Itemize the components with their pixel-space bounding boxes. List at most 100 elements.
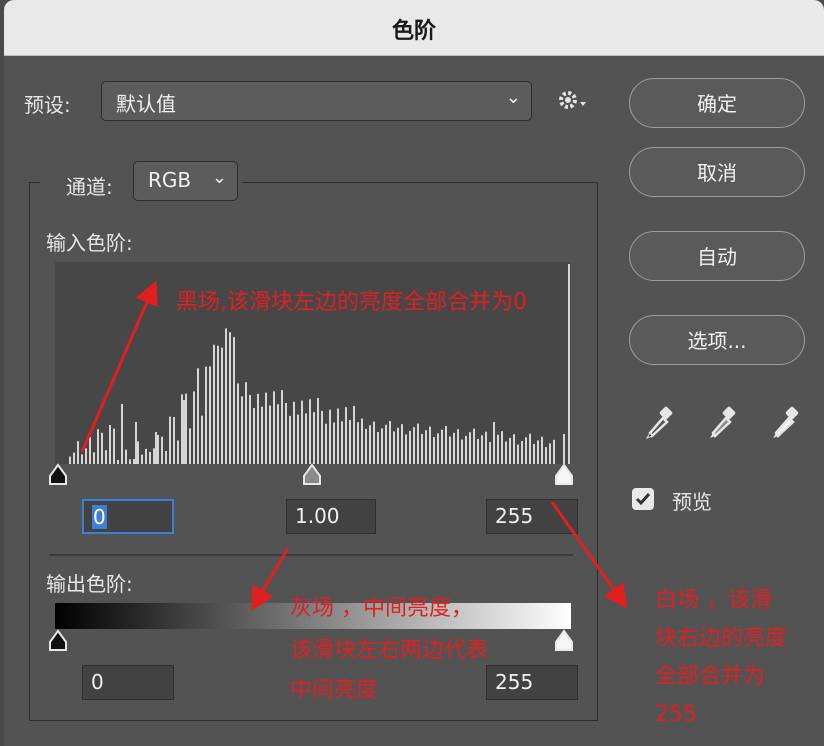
- histogram-bar: [429, 426, 431, 464]
- histogram-bar: [309, 399, 311, 464]
- histogram-bar: [269, 405, 271, 464]
- white-eyedropper-icon[interactable]: [767, 405, 805, 443]
- histogram-bar: [445, 426, 447, 464]
- histogram-bar: [241, 396, 243, 464]
- ok-button[interactable]: 确定: [629, 78, 805, 128]
- histogram-bar: [501, 431, 503, 464]
- histogram-bar: [545, 447, 547, 464]
- white-point-annotation-line3: 全部合并为: [655, 664, 766, 689]
- histogram-bar: [317, 398, 319, 464]
- auto-button[interactable]: 自动: [629, 231, 805, 281]
- histogram-bar: [469, 432, 471, 464]
- input-gamma-slider[interactable]: [301, 463, 323, 487]
- histogram-bar: [125, 449, 127, 464]
- histogram-bar: [273, 391, 275, 464]
- histogram-bar: [529, 433, 531, 464]
- histogram-bar: [333, 422, 335, 464]
- divider: [49, 554, 573, 556]
- histogram-bar: [97, 429, 99, 464]
- histogram-bar: [161, 436, 163, 464]
- histogram-bar: [285, 403, 287, 464]
- histogram-bar: [165, 450, 167, 464]
- histogram-bar: [389, 421, 391, 464]
- histogram-bar: [245, 382, 247, 464]
- histogram-bar: [401, 424, 403, 464]
- input-white-slider[interactable]: [553, 463, 575, 487]
- histogram-bar: [313, 412, 315, 464]
- histogram-bar: [117, 460, 119, 464]
- gear-icon[interactable]: [556, 87, 590, 115]
- output-black-slider[interactable]: [47, 629, 69, 653]
- histogram-bar: [473, 428, 475, 464]
- preset-value: 默认值: [116, 92, 176, 116]
- histogram-bar: [393, 431, 395, 464]
- options-button[interactable]: 选项...: [629, 315, 805, 365]
- cancel-button[interactable]: 取消: [629, 147, 805, 197]
- histogram-bar: [541, 436, 543, 464]
- histogram-bar: [525, 437, 527, 464]
- histogram-bar: [433, 437, 435, 464]
- channel-label: 通道:: [66, 175, 113, 199]
- chevron-down-icon: ⌄: [505, 87, 521, 108]
- histogram-bar: [381, 428, 383, 464]
- histogram-bar: [189, 428, 191, 464]
- histogram-bar: [553, 439, 555, 464]
- histogram-bar: [221, 347, 223, 464]
- histogram-bar: [461, 439, 463, 464]
- histogram-bar: [425, 430, 427, 464]
- input-black-slider[interactable]: [47, 463, 69, 487]
- histogram-bar: [325, 423, 327, 464]
- histogram-bar: [237, 383, 239, 464]
- histogram-bar: [89, 437, 91, 464]
- gray-eyedropper-icon[interactable]: [704, 405, 742, 443]
- output-black-field[interactable]: 0: [82, 665, 174, 700]
- histogram-bar: [185, 393, 187, 464]
- histogram-bar: [249, 395, 251, 464]
- histogram-bar: [101, 432, 103, 464]
- channel-select[interactable]: RGB ⌄: [133, 161, 238, 201]
- histogram-bar: [337, 408, 339, 464]
- histogram-bar: [281, 390, 283, 464]
- histogram-bar: [437, 433, 439, 464]
- black-eyedropper-icon[interactable]: [641, 405, 679, 443]
- histogram-bar: [385, 424, 387, 464]
- histogram-bar: [217, 345, 219, 464]
- preview-checkbox[interactable]: [632, 488, 654, 510]
- histogram-bar: [121, 404, 123, 464]
- histogram-bar: [417, 423, 419, 464]
- preset-select[interactable]: 默认值 ⌄: [101, 81, 532, 121]
- preview-label: 预览: [672, 490, 712, 514]
- input-black-field[interactable]: 0: [82, 499, 174, 534]
- histogram-bar: [477, 438, 479, 464]
- histogram-bar: [505, 441, 507, 464]
- histogram-bar: [369, 425, 371, 464]
- histogram-bar: [77, 441, 79, 464]
- histogram-bar: [357, 422, 359, 464]
- histogram-bar: [465, 435, 467, 464]
- histogram-bar: [113, 428, 115, 464]
- histogram-bar: [183, 400, 185, 464]
- input-white-field[interactable]: 255: [486, 499, 578, 534]
- histogram-bar: [537, 440, 539, 464]
- input-gamma-field[interactable]: 1.00: [286, 499, 376, 534]
- gray-point-annotation-line3: 中间亮度: [290, 678, 379, 703]
- histogram-bar: [517, 444, 519, 464]
- histogram-bar: [105, 450, 107, 464]
- histogram-bar: [293, 401, 295, 464]
- histogram-bar: [513, 434, 515, 464]
- gray-point-annotation-line2: 该滑块左右两边代表: [290, 638, 489, 663]
- histogram-bar: [509, 437, 511, 464]
- histogram-bar: [549, 443, 551, 464]
- histogram-bar: [305, 413, 307, 464]
- input-levels-label: 输入色阶:: [46, 231, 133, 255]
- histogram-bar: [421, 433, 423, 464]
- histogram-bar: [225, 328, 227, 464]
- histogram-bar: [497, 434, 499, 464]
- output-white-field[interactable]: 255: [486, 665, 578, 700]
- output-white-slider[interactable]: [553, 629, 575, 653]
- histogram-bar: [137, 441, 139, 464]
- histogram-bar: [141, 454, 143, 464]
- histogram-bar: [265, 392, 267, 464]
- histogram-bar: [441, 429, 443, 464]
- histogram-bar: [453, 432, 455, 464]
